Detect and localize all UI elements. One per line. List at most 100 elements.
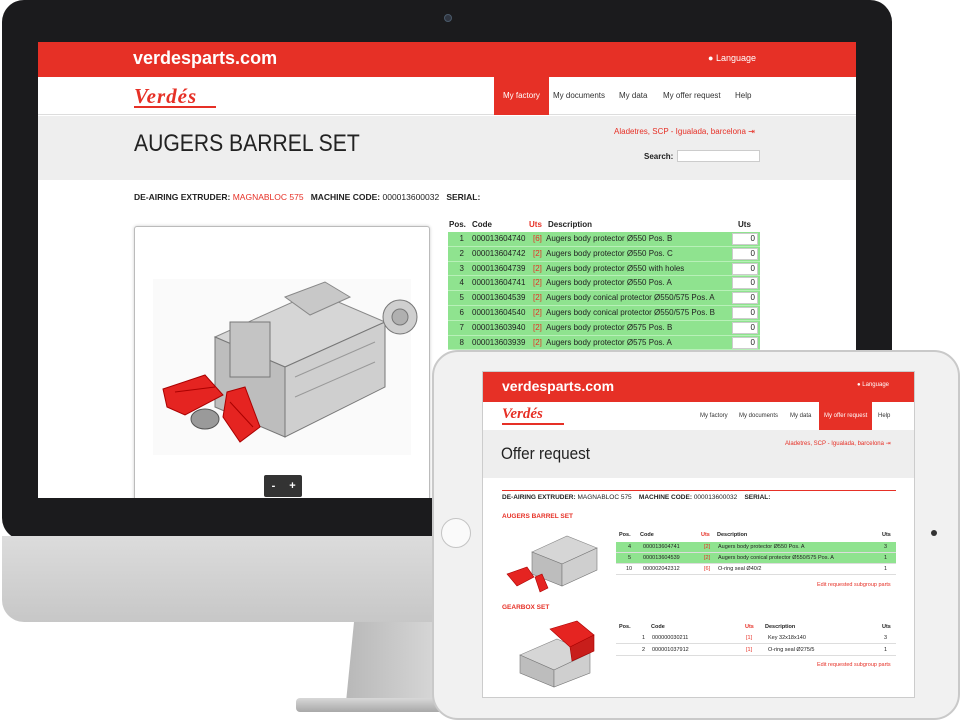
cell-code: 000013604539 [472, 293, 526, 303]
table-row[interactable]: 6 000013604540 [2] Augers body conical prot… [448, 305, 760, 321]
nav-my-data[interactable]: My data [610, 77, 656, 115]
cell-description: Augers body protector Ø550 Pos. C [546, 248, 673, 258]
table-row[interactable]: 7 000013603940 [2] Augers body protector Ø5… [448, 320, 760, 336]
cell-code: 000002042312 [643, 566, 680, 572]
table-row[interactable]: 5 000013604539 [2] Augers body conical prot… [616, 553, 896, 564]
table-row[interactable]: 5 000013604539 [2] Augers body conical prot… [448, 291, 760, 306]
cell-description: Augers body protector Ø550 with holes [546, 263, 685, 273]
logout-icon[interactable]: ⇥ [748, 127, 755, 136]
table-row[interactable]: 3 000013604739 [2] Augers body protector Ø5… [448, 261, 760, 277]
cell-uts: [2] [533, 322, 542, 332]
page-title: Offer request [501, 444, 591, 463]
zoom-in-button[interactable]: + [283, 475, 302, 497]
cell-description: O-ring seal Ø275/5 [768, 647, 815, 653]
language-selector[interactable]: ● Language [708, 53, 756, 63]
cell-description: Augers body conical protector Ø550/575 P… [546, 293, 715, 303]
table-row[interactable]: 1 000000030211 [1] Key 32x18x140 3 [616, 633, 896, 644]
logo-underline [502, 423, 564, 425]
cell-pos: 1 [642, 635, 646, 641]
cell-pos: 5 [628, 555, 632, 561]
table-row[interactable]: 2 000013604742 [2] Augers body protector Ø5… [448, 246, 760, 262]
cell-description: Augers body protector Ø550 Pos. B [546, 234, 673, 243]
col-pos: Pos. [619, 624, 631, 630]
table-row[interactable]: 1 000013604740 [6] Augers body protector Ø5… [448, 232, 760, 247]
cell-qty: 1 [884, 555, 888, 561]
nav-my-factory[interactable]: My factory [494, 77, 549, 115]
nav-my-data[interactable]: My data [785, 402, 816, 430]
cell-pos: 2 [459, 248, 464, 258]
cell-uts: [2] [533, 263, 542, 273]
globe-icon: ● [708, 53, 714, 63]
edit-subgroup-link[interactable]: Edit requested subgroup parts [817, 582, 891, 588]
cell-pos: 5 [459, 293, 464, 303]
tablet-screen: verdesparts.com ● Language Verdés My fac… [482, 371, 915, 698]
cell-code: 000013604540 [472, 307, 526, 317]
qty-input[interactable]: 0 [732, 306, 758, 319]
verdes-logo[interactable]: Verdés [502, 406, 543, 423]
site-brand[interactable]: verdesparts.com [133, 48, 277, 69]
table-row[interactable]: 2 000001037912 [1] O-ring seal Ø275/5 1 [616, 645, 896, 656]
nav-my-documents[interactable]: My documents [544, 77, 614, 115]
cell-pos: 10 [626, 566, 633, 572]
col-uts: Uts [701, 532, 710, 538]
qty-input[interactable]: 0 [732, 321, 758, 334]
cell-pos: 8 [459, 337, 464, 347]
nav-help[interactable]: Help [873, 402, 895, 430]
section-title: GEARBOX SET [502, 604, 550, 611]
col-pos: Pos. [449, 220, 466, 229]
nav-my-offer-request[interactable]: My offer request [819, 402, 873, 430]
company-link[interactable]: Aladetres, SCP - Igualada, barcelona ⇥ [785, 440, 891, 447]
language-selector[interactable]: ● Language [857, 382, 889, 388]
machine-image-viewer[interactable] [134, 226, 430, 498]
qty-input[interactable]: 0 [732, 292, 758, 305]
company-link[interactable]: Aladetres, SCP - Igualada, barcelona ⇥ [614, 127, 755, 136]
cell-description: Augers body conical protector Ø550/575 P… [718, 555, 834, 561]
cell-description: Augers body protector Ø575 Pos. B [546, 322, 673, 332]
logout-icon[interactable]: ⇥ [886, 441, 891, 447]
cell-description: Augers body protector Ø575 Pos. A [546, 337, 672, 347]
cell-uts: [2] [533, 248, 542, 258]
nav-help[interactable]: Help [726, 77, 760, 115]
zoom-out-button[interactable]: - [264, 475, 283, 497]
logo-underline [134, 106, 216, 108]
qty-input[interactable]: 0 [732, 277, 758, 290]
qty-input[interactable]: 0 [732, 247, 758, 260]
cell-uts: [2] [704, 555, 711, 561]
parts-table: 1 000013604740 [6] Augers body protector Ø5… [448, 232, 760, 351]
qty-input[interactable]: 0 [732, 233, 758, 245]
cell-uts: [1] [746, 635, 753, 641]
table-row[interactable]: 10 000002042312 [6] O-ring seal Ø40/2 1 [616, 564, 896, 575]
qty-input[interactable]: 0 [732, 336, 758, 349]
nav-my-factory[interactable]: My factory [695, 402, 733, 430]
cell-code: 000013604739 [472, 263, 526, 273]
code-value: 000013600032 [382, 192, 440, 202]
cell-code: 000013604740 [472, 234, 526, 243]
nav-my-offer-request[interactable]: My offer request [654, 77, 730, 115]
col-qty: Uts [882, 624, 891, 630]
col-qty: Uts [882, 532, 891, 538]
cell-uts: [2] [533, 278, 542, 288]
col-code: Code [472, 220, 492, 229]
cell-uts: [1] [746, 647, 753, 653]
globe-icon: ● [857, 382, 861, 388]
qty-input[interactable]: 0 [732, 262, 758, 275]
home-button[interactable] [441, 518, 471, 548]
cell-uts: [2] [533, 293, 542, 303]
divider [502, 490, 896, 491]
nav-my-documents[interactable]: My documents [734, 402, 783, 430]
code-label: MACHINE CODE: [310, 192, 381, 202]
gearbox-thumbnail[interactable] [502, 615, 607, 693]
col-description: Description [717, 532, 748, 538]
col-code: Code [640, 532, 654, 538]
cell-code: 000013603939 [472, 337, 526, 347]
edit-subgroup-link[interactable]: Edit requested subgroup parts [817, 662, 891, 668]
page-title: AUGERS BARREL SET [134, 130, 360, 157]
machine-name[interactable]: MAGNABLOC 575 [233, 192, 304, 202]
table-row[interactable]: 4 000013604741 [2] Augers body protector Ø5… [448, 276, 760, 292]
search-input[interactable] [677, 150, 760, 162]
table-row[interactable]: 4 000013604741 [2] Augers body protector Ø5… [616, 542, 896, 553]
augers-thumbnail[interactable] [502, 522, 607, 597]
site-brand[interactable]: verdesparts.com [502, 378, 614, 394]
table-row[interactable]: 8 000013603939 [2] Augers body protector Ø5… [448, 335, 760, 351]
cell-pos: 4 [628, 544, 632, 550]
